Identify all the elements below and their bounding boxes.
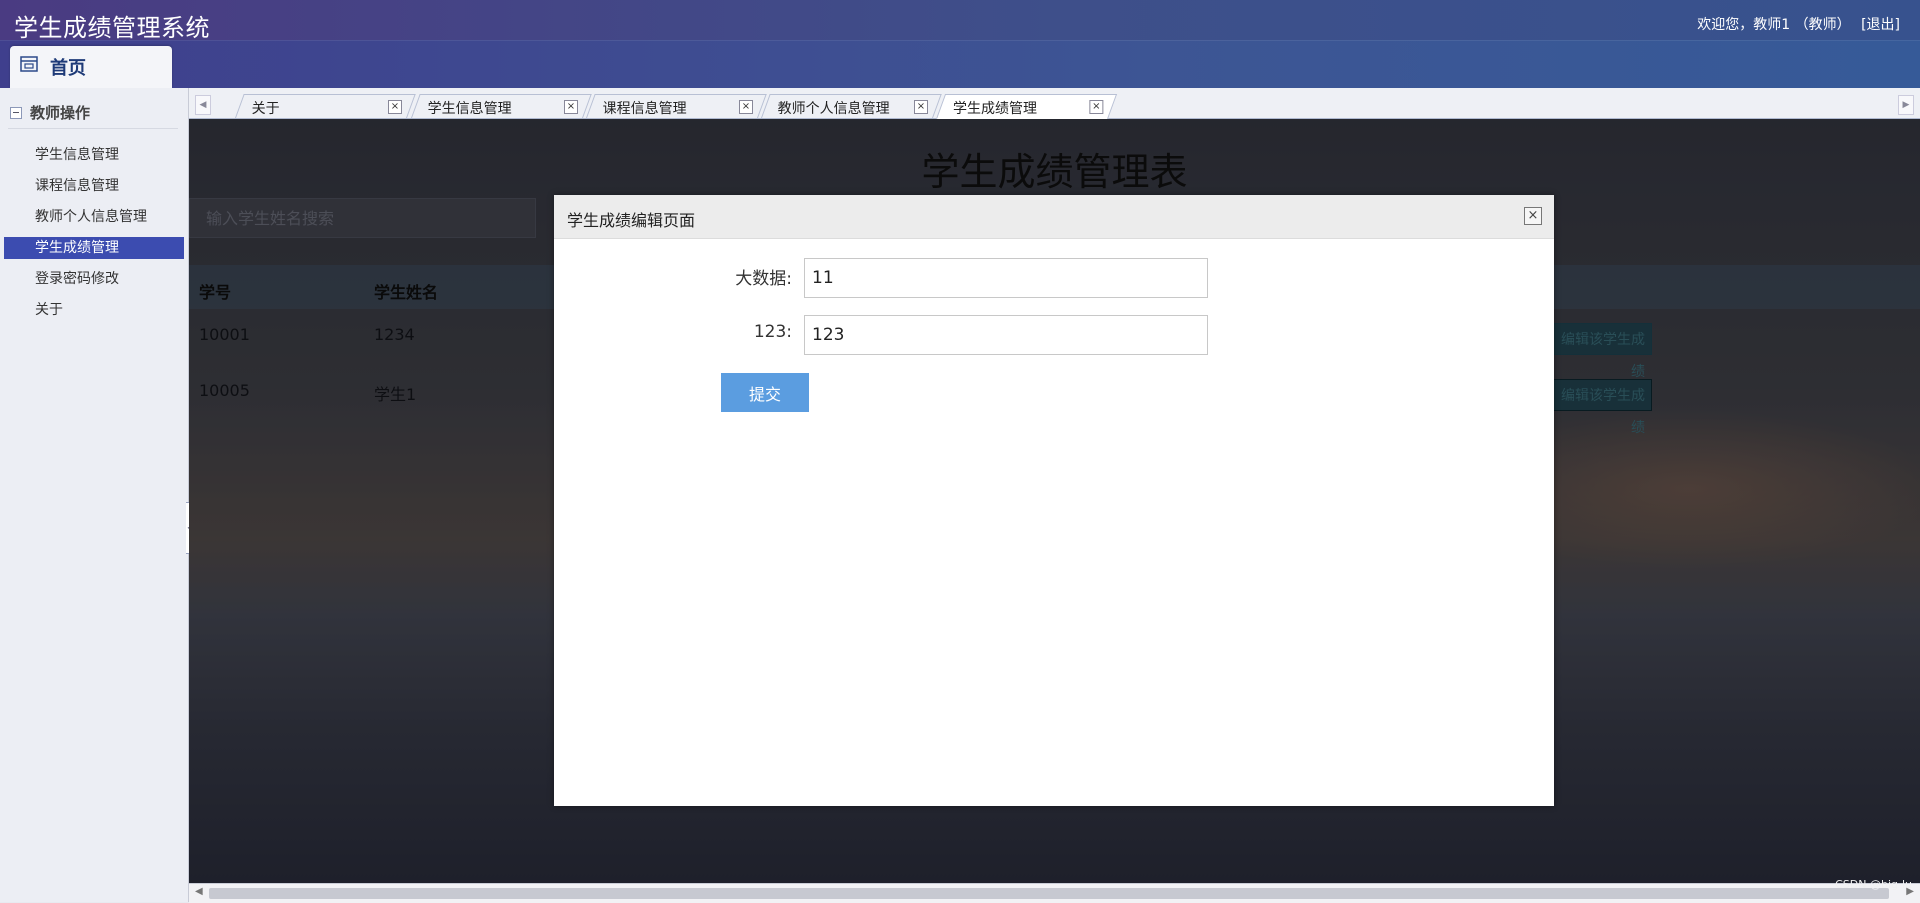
sidebar-item-change-password[interactable]: 登录密码修改: [4, 264, 184, 295]
scrollbar-thumb[interactable]: [209, 888, 1889, 899]
tab-scroll-left-icon[interactable]: ◀: [195, 95, 211, 115]
header-band: [0, 40, 1920, 89]
collapse-minus-icon[interactable]: [10, 107, 22, 119]
sidebar-group-title: 教师操作: [30, 104, 91, 122]
field-label-bigdata: 大数据:: [735, 269, 792, 289]
sidebar: 教师操作 学生信息管理 课程信息管理 教师个人信息管理 学生成绩管理 登录密码修…: [0, 88, 189, 902]
tab-close-icon[interactable]: ×: [564, 100, 579, 114]
tab-label: 课程信息管理: [602, 101, 687, 117]
tab-about[interactable]: 关于 ×: [235, 94, 416, 118]
sidebar-item-grades[interactable]: 学生成绩管理: [4, 237, 184, 259]
tab-label: 教师个人信息管理: [777, 101, 890, 117]
field-label-123: 123:: [753, 322, 792, 342]
tab-close-icon[interactable]: ×: [388, 100, 403, 114]
home-tab-label: 首页: [50, 58, 86, 79]
edit-grade-dialog: 学生成绩编辑页面 × 大数据: 123: 提交: [554, 195, 1554, 806]
sidebar-group[interactable]: 教师操作: [10, 102, 90, 123]
dialog-title: 学生成绩编辑页面: [567, 211, 696, 230]
watermark: CSDN @big-lu: [1835, 878, 1912, 891]
submit-button[interactable]: 提交: [721, 373, 809, 412]
welcome-text: 欢迎您，教师1 （教师）: [1697, 17, 1851, 33]
course-123-score-input[interactable]: [804, 315, 1208, 355]
close-icon[interactable]: ×: [1524, 207, 1542, 225]
tab-scroll-right-icon[interactable]: ▶: [1898, 95, 1914, 115]
sidebar-item-teacher-info[interactable]: 教师个人信息管理: [4, 202, 184, 233]
horizontal-scrollbar[interactable]: ◀ ▶: [189, 883, 1920, 903]
logout-link[interactable]: [退出]: [1861, 17, 1900, 33]
bigdata-score-input[interactable]: [804, 258, 1208, 298]
tab-close-icon[interactable]: ×: [914, 100, 929, 114]
sidebar-item-about[interactable]: 关于: [4, 295, 184, 326]
app-header: 学生成绩管理系统 欢迎您，教师1 （教师） [退出] 首页: [0, 0, 1920, 89]
tab-label: 关于: [251, 101, 280, 117]
sidebar-item-course-info[interactable]: 课程信息管理: [4, 171, 184, 202]
tab-close-icon[interactable]: ×: [739, 100, 754, 114]
app-title: 学生成绩管理系统: [14, 14, 210, 42]
home-page-icon: [20, 56, 38, 72]
dialog-header: 学生成绩编辑页面 ×: [554, 195, 1554, 239]
tab-label: 学生成绩管理: [953, 101, 1038, 117]
sidebar-divider: [8, 128, 178, 129]
scroll-left-icon[interactable]: ◀: [195, 886, 203, 897]
tab-close-icon[interactable]: ×: [1089, 100, 1104, 114]
tab-student-info[interactable]: 学生信息管理 ×: [411, 94, 592, 118]
tab-grades[interactable]: 学生成绩管理 ×: [936, 94, 1118, 119]
tab-bar: ◀ 关于 × 学生信息管理 × 课程信息管理 × 教师个人信息管理 × 学生成绩…: [189, 88, 1920, 119]
home-tab[interactable]: 首页: [10, 46, 172, 88]
tab-course-info[interactable]: 课程信息管理 ×: [586, 94, 767, 118]
user-area: 欢迎您，教师1 （教师） [退出]: [1691, 14, 1900, 34]
sidebar-item-student-info[interactable]: 学生信息管理: [4, 140, 184, 171]
tab-label: 学生信息管理: [427, 101, 512, 117]
sidebar-menu: 学生信息管理 课程信息管理 教师个人信息管理 学生成绩管理 登录密码修改 关于: [4, 140, 184, 326]
tab-teacher-info[interactable]: 教师个人信息管理 ×: [761, 94, 942, 118]
